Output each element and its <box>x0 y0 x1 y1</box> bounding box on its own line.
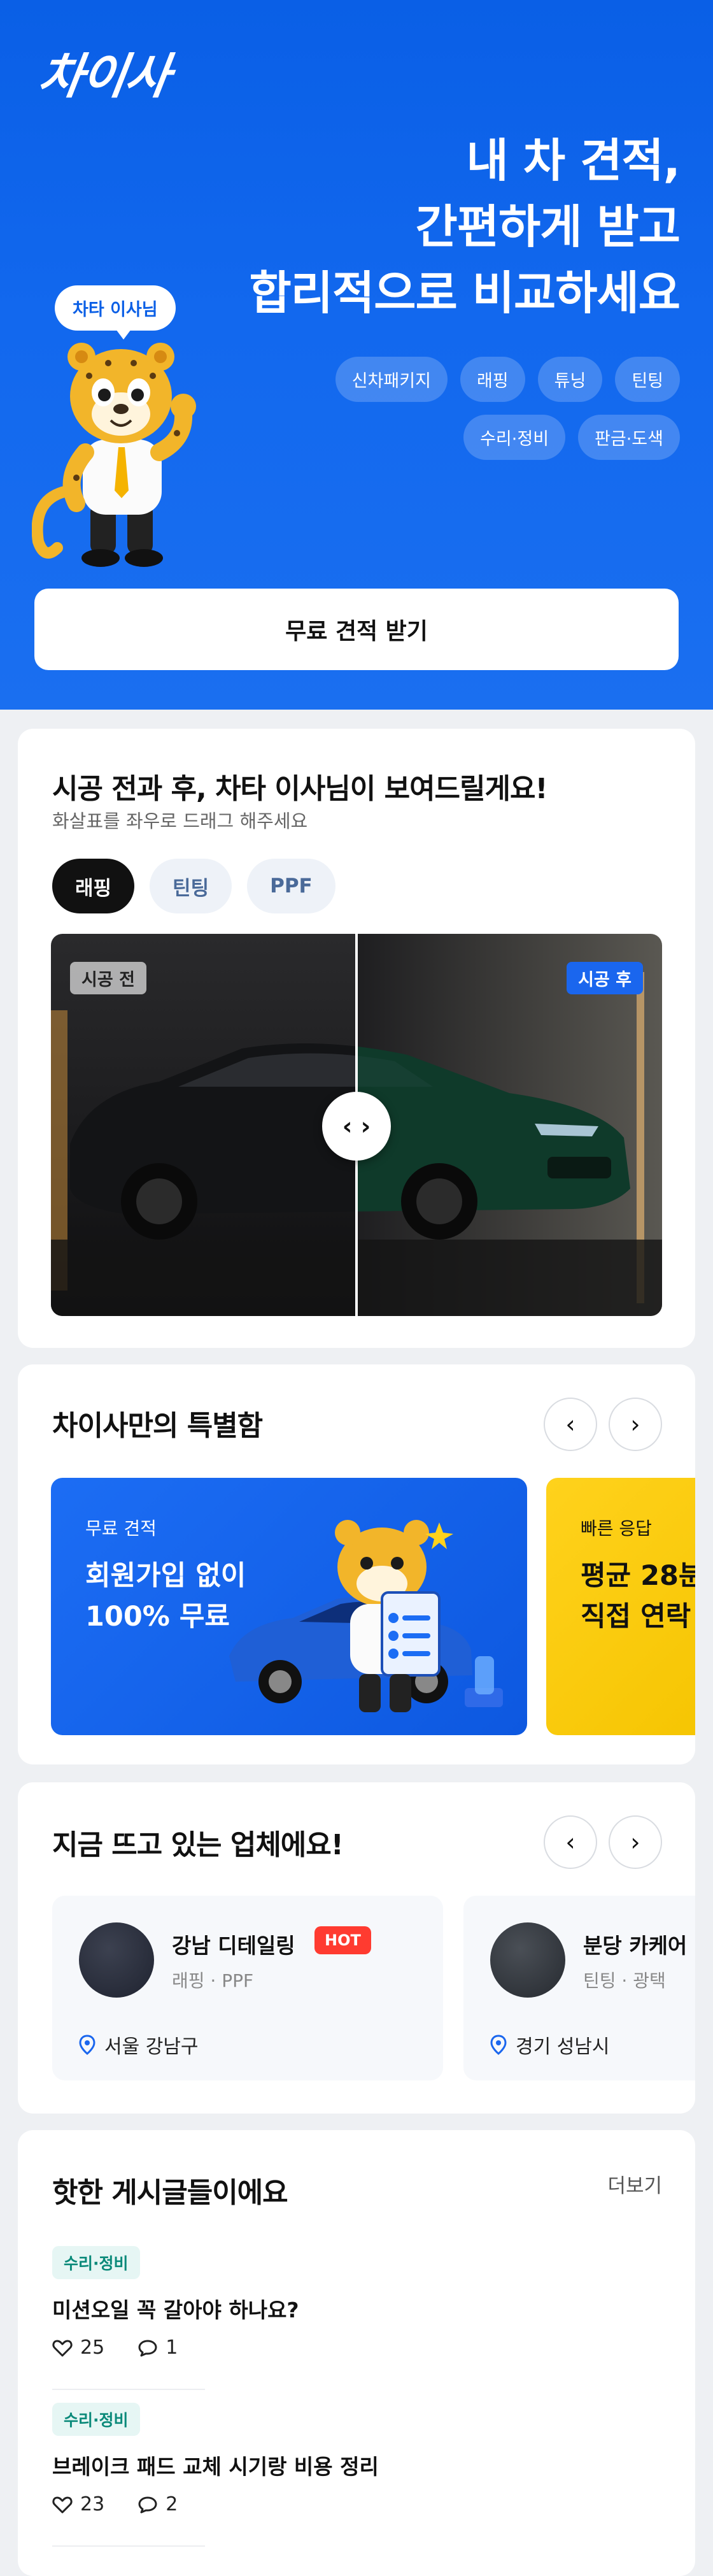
location-pin-icon <box>79 2035 95 2055</box>
post-category-badge: 수리·정비 <box>52 2246 140 2279</box>
chip-repair[interactable]: 수리·정비 <box>463 415 566 460</box>
chip-wrapping[interactable]: 래핑 <box>460 357 525 402</box>
tab-wrapping[interactable]: 래핑 <box>52 859 135 913</box>
more-link[interactable]: 더보기 <box>607 2170 662 2198</box>
comment-count: 1 <box>166 2336 178 2359</box>
hero-title: 내 차 견적, 간편하게 받고 합리적으로 비교하세요 <box>249 127 681 326</box>
post-item[interactable]: 수리·정비 브레이크 패드 교체 시기랑 비용 정리 23 2 <box>52 2403 663 2515</box>
carousel-arrows: ‹ › <box>544 1815 662 1869</box>
special-section: 차이사만의 특별함 ‹ › 무료 견적 회원가입 없이 100% 무료 빠른 응… <box>18 1364 695 1764</box>
promo-headline-line: 회원가입 없이 <box>85 1560 246 1592</box>
after-label: 시공 후 <box>567 962 643 994</box>
heart-icon[interactable] <box>52 2495 73 2514</box>
promo-label: 빠른 응답 <box>581 1518 652 1539</box>
service-tabs: 래핑 틴팅 PPF <box>52 859 335 913</box>
promo-label: 무료 견적 <box>85 1518 157 1539</box>
mascot-with-car-icon <box>229 1520 503 1712</box>
tab-ppf[interactable]: PPF <box>247 859 335 913</box>
section-title: 지금 뜨고 있는 업체에요! <box>52 1829 344 1861</box>
before-label: 시공 전 <box>70 962 146 994</box>
tab-tinting[interactable]: 틴팅 <box>150 859 232 913</box>
hero-title-line: 간편하게 받고 <box>415 200 681 254</box>
shop-categories: 틴팅 · 광택 <box>583 1970 666 1991</box>
hero-title-line: 합리적으로 비교하세요 <box>249 266 681 320</box>
chevron-right-icon[interactable]: › <box>609 1398 662 1451</box>
mascot-speech-bubble: 차타 이사님 <box>55 285 176 340</box>
section-title: 시공 전과 후, 차타 이사님이 보여드릴게요! <box>52 773 548 805</box>
promo-card-free-quote[interactable]: 무료 견적 회원가입 없이 100% 무료 <box>51 1478 527 1735</box>
location-pin-icon <box>490 2035 507 2055</box>
carousel-arrows: ‹ › <box>544 1398 662 1451</box>
section-title: 차이사만의 특별함 <box>52 1410 263 1442</box>
chevron-left-icon[interactable]: ‹ <box>544 1398 597 1451</box>
comment-icon[interactable] <box>138 2495 158 2514</box>
brand-logo[interactable]: 차이사 <box>34 37 174 107</box>
post-divider <box>52 2389 205 2390</box>
chevron-right-icon[interactable]: › <box>609 1815 662 1869</box>
hot-badge: HOT <box>314 1926 371 1954</box>
promo-card-fast-response[interactable]: 빠른 응답 평균 28분 직접 연락 <box>546 1478 695 1735</box>
chevron-left-icon[interactable]: ‹ <box>544 1815 597 1869</box>
chip-bodywork-paint[interactable]: 판금·도색 <box>578 415 680 460</box>
hot-posts-section: 핫한 게시글들이에요 더보기 수리·정비 미션오일 꼭 갈아야 하나요? 25 … <box>18 2130 695 2576</box>
shop-avatar <box>79 1922 154 1998</box>
trending-shops-section: 지금 뜨고 있는 업체에요! ‹ › 강남 디테일링 HOT 래핑 · PPF … <box>18 1782 695 2114</box>
shop-name: 강남 디테일링 <box>172 1933 295 1958</box>
service-chips: 신차패키지 래핑 튜닝 틴팅 수리·정비 판금·도색 <box>285 357 680 460</box>
chip-tuning[interactable]: 튜닝 <box>537 357 603 402</box>
shop-location-text: 서울 강남구 <box>104 2036 199 2058</box>
shop-categories: 래핑 · PPF <box>172 1970 254 1991</box>
post-meta: 23 2 <box>52 2493 663 2515</box>
post-divider <box>52 2545 205 2547</box>
like-count: 23 <box>80 2493 105 2515</box>
section-subtitle: 화살표를 좌우로 드래그 해주세요 <box>52 810 308 832</box>
comment-icon[interactable] <box>138 2338 158 2358</box>
post-item[interactable]: 수리·정비 미션오일 꼭 갈아야 하나요? 25 1 <box>52 2246 663 2359</box>
before-after-section: 시공 전과 후, 차타 이사님이 보여드릴게요! 화살표를 좌우로 드래그 해주… <box>18 729 695 1348</box>
post-title: 미션오일 꼭 갈아야 하나요? <box>52 2298 299 2322</box>
comment-count: 2 <box>166 2493 178 2515</box>
shop-card[interactable]: 강남 디테일링 HOT 래핑 · PPF 서울 강남구 <box>52 1896 443 2080</box>
chip-tinting[interactable]: 틴팅 <box>615 357 680 402</box>
post-category-badge: 수리·정비 <box>52 2403 140 2436</box>
like-count: 25 <box>80 2336 105 2359</box>
slider-handle-arrows-icon[interactable]: ‹ › <box>322 1092 391 1161</box>
section-title: 핫한 게시글들이에요 <box>52 2177 288 2209</box>
promo-headline-line: 직접 연락 <box>581 1601 691 1633</box>
chip-new-car-package[interactable]: 신차패키지 <box>335 357 448 402</box>
shop-avatar <box>490 1922 565 1998</box>
heart-icon[interactable] <box>52 2338 73 2358</box>
shop-location: 서울 강남구 <box>79 2031 199 2059</box>
promo-headline-line: 100% 무료 <box>85 1601 230 1633</box>
cheetah-mascot-icon <box>32 343 196 567</box>
shop-location: 경기 성남시 <box>490 2031 610 2059</box>
shop-card[interactable]: 분당 카케어 틴팅 · 광택 경기 성남시 <box>463 1896 695 2080</box>
shop-name: 분당 카케어 <box>583 1933 688 1958</box>
promo-headline-line: 평균 28분 <box>581 1560 695 1592</box>
promo-headline: 평균 28분 직접 연락 <box>581 1556 695 1637</box>
post-meta: 25 1 <box>52 2336 663 2359</box>
post-title: 브레이크 패드 교체 시기랑 비용 정리 <box>52 2454 379 2479</box>
hero-title-line: 내 차 견적, <box>466 134 681 187</box>
shop-location-text: 경기 성남시 <box>516 2036 610 2058</box>
before-after-slider[interactable]: 시공 전 시공 후 ‹ › <box>51 934 662 1316</box>
hero-section: 차이사 내 차 견적, 간편하게 받고 합리적으로 비교하세요 차타 이사님 신… <box>0 0 713 710</box>
free-quote-button[interactable]: 무료 견적 받기 <box>34 589 679 670</box>
promo-headline: 회원가입 없이 100% 무료 <box>85 1556 246 1637</box>
